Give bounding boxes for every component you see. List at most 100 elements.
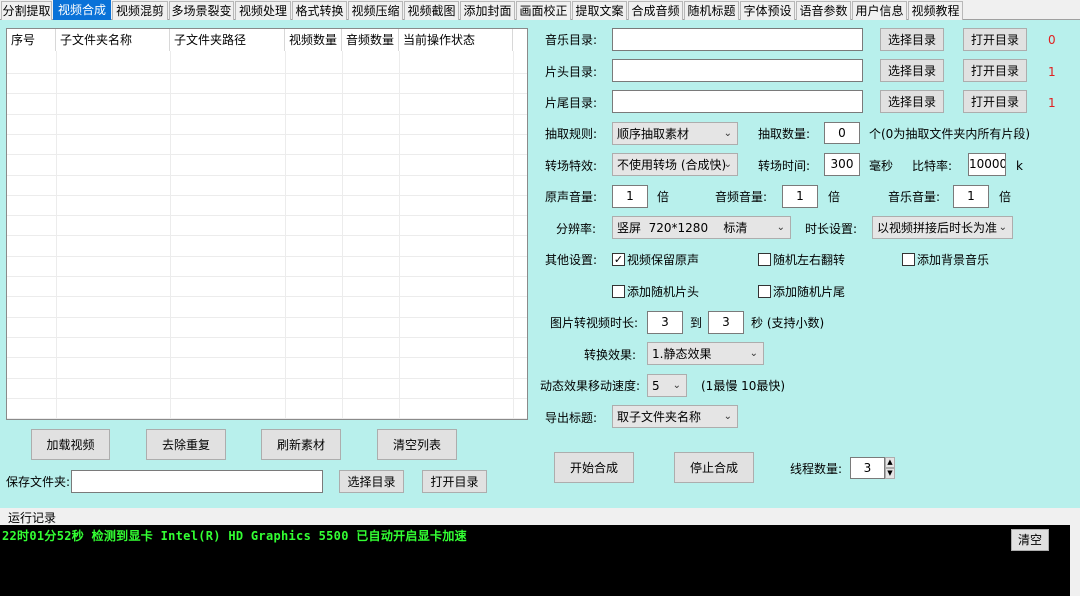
- transition-label: 转场特效:: [545, 159, 598, 173]
- tab-voice-params[interactable]: 语音参数: [796, 1, 851, 20]
- save-folder-input[interactable]: [71, 470, 323, 493]
- orig-volume-input[interactable]: 1: [612, 185, 648, 208]
- image-duration-to-label: 到: [690, 316, 703, 330]
- intro-open-dir-button[interactable]: 打开目录: [963, 59, 1027, 82]
- music-volume-unit: 倍: [999, 190, 1012, 204]
- export-title-label: 导出标题:: [545, 411, 598, 425]
- extract-rule-select[interactable]: 顺序抽取素材 ⌄: [612, 122, 738, 145]
- add-bgm-label: 添加背景音乐: [917, 253, 990, 267]
- tab-multi-scene[interactable]: 多场景裂变: [169, 1, 234, 20]
- tab-video-compress[interactable]: 视频压缩: [348, 1, 403, 20]
- outro-open-dir-button[interactable]: 打开目录: [963, 90, 1027, 113]
- random-outro-checkbox[interactable]: [758, 285, 771, 298]
- col-audio-count[interactable]: 音频数量: [342, 29, 399, 51]
- col-folder-name[interactable]: 子文件夹名称: [56, 29, 170, 51]
- outro-dir-input[interactable]: [612, 90, 863, 113]
- col-video-count[interactable]: 视频数量: [285, 29, 342, 51]
- music-dir-input[interactable]: [612, 28, 863, 51]
- outro-choose-dir-button[interactable]: 选择目录: [880, 90, 944, 113]
- convert-effect-select[interactable]: 1.静态效果 ⌄: [647, 342, 764, 365]
- grid-row-line: [7, 195, 527, 196]
- outro-dir-label: 片尾目录:: [545, 96, 598, 110]
- keep-original-audio-label: 视频保留原声: [627, 253, 700, 267]
- tab-extract-copy[interactable]: 提取文案: [572, 1, 627, 20]
- random-flip-checkbox[interactable]: [758, 253, 771, 266]
- col-index[interactable]: 序号: [7, 29, 56, 51]
- chevron-down-icon: ⌄: [749, 348, 758, 359]
- keep-original-audio-checkbox[interactable]: ✓: [612, 253, 625, 266]
- other-settings-label: 其他设置:: [545, 253, 598, 267]
- save-folder-label: 保存文件夹:: [6, 475, 71, 489]
- image-duration-from-input[interactable]: 3: [647, 311, 683, 334]
- transition-select[interactable]: 不使用转场 (合成快) ⌄: [612, 153, 738, 176]
- music-volume-input[interactable]: 1: [953, 185, 989, 208]
- image-duration-to-input[interactable]: 3: [708, 311, 744, 334]
- add-bgm-checkbox[interactable]: [902, 253, 915, 266]
- resolution-value: 竖屏 720*1280 标清: [617, 221, 748, 235]
- transition-value: 不使用转场 (合成快): [617, 158, 727, 172]
- export-title-select[interactable]: 取子文件夹名称 ⌄: [612, 405, 738, 428]
- threads-input[interactable]: 3: [850, 457, 885, 479]
- resolution-select[interactable]: 竖屏 720*1280 标清 ⌄: [612, 216, 791, 239]
- tab-video-tutorial[interactable]: 视频教程: [908, 1, 963, 20]
- log-title: 运行记录: [8, 511, 57, 525]
- grid-row-line: [7, 378, 527, 379]
- clear-log-button[interactable]: 清空: [1011, 529, 1049, 551]
- audio-volume-input[interactable]: 1: [782, 185, 818, 208]
- bitrate-input[interactable]: 10000: [968, 153, 1006, 176]
- orig-volume-unit: 倍: [657, 190, 670, 204]
- duration-select[interactable]: 以视频拼接后时长为准 ⌄: [872, 216, 1013, 239]
- save-open-dir-button[interactable]: 打开目录: [422, 470, 487, 493]
- intro-choose-dir-button[interactable]: 选择目录: [880, 59, 944, 82]
- threads-up-arrow-icon[interactable]: ▲: [885, 457, 895, 468]
- grid-row-line: [7, 337, 527, 338]
- duration-label: 时长设置:: [805, 222, 858, 236]
- tab-add-cover[interactable]: 添加封面: [460, 1, 515, 20]
- refresh-material-button[interactable]: 刷新素材: [261, 429, 341, 460]
- col-folder-path[interactable]: 子文件夹路径: [170, 29, 285, 51]
- save-choose-dir-button[interactable]: 选择目录: [339, 470, 404, 493]
- start-merge-button[interactable]: 开始合成: [554, 452, 634, 483]
- col-status[interactable]: 当前操作状态: [399, 29, 513, 51]
- tab-picture-correct[interactable]: 画面校正: [516, 1, 571, 20]
- music-volume-label: 音乐音量:: [888, 190, 941, 204]
- dedupe-button[interactable]: 去除重复: [146, 429, 226, 460]
- chevron-down-icon: ⌄: [723, 128, 732, 139]
- tab-video-mix[interactable]: 视频混剪: [112, 1, 168, 20]
- tab-font-preset[interactable]: 字体预设: [740, 1, 795, 20]
- tab-user-info[interactable]: 用户信息: [852, 1, 907, 20]
- tab-video-merge[interactable]: 视频合成: [53, 0, 111, 21]
- tab-random-title[interactable]: 随机标题: [684, 1, 739, 20]
- extract-count-input[interactable]: 0: [824, 122, 860, 144]
- threads-label: 线程数量:: [790, 462, 843, 476]
- bitrate-unit: k: [1016, 159, 1023, 173]
- music-open-dir-button[interactable]: 打开目录: [963, 28, 1027, 51]
- intro-count: 1: [1048, 65, 1056, 79]
- extract-rule-label: 抽取规则:: [545, 127, 598, 141]
- orig-volume-label: 原声音量:: [545, 190, 598, 204]
- chevron-down-icon: ⌄: [672, 380, 681, 391]
- stop-merge-button[interactable]: 停止合成: [674, 452, 754, 483]
- extract-count-hint: 个(0为抽取文件夹内所有片段): [869, 127, 1030, 141]
- image-duration-label: 图片转视频时长:: [550, 316, 639, 330]
- clear-list-button[interactable]: 清空列表: [377, 429, 457, 460]
- threads-down-arrow-icon[interactable]: ▼: [885, 468, 895, 479]
- tab-video-process[interactable]: 视频处理: [235, 1, 291, 20]
- tab-format-convert[interactable]: 格式转换: [292, 1, 347, 20]
- grid-row-line: [7, 114, 527, 115]
- load-video-button[interactable]: 加载视频: [31, 429, 110, 460]
- intro-dir-input[interactable]: [612, 59, 863, 82]
- motion-speed-select[interactable]: 5 ⌄: [647, 374, 687, 397]
- audio-volume-label: 音频音量:: [715, 190, 768, 204]
- grid-row-line: [7, 357, 527, 358]
- tab-merge-audio[interactable]: 合成音频: [628, 1, 683, 20]
- music-choose-dir-button[interactable]: 选择目录: [880, 28, 944, 51]
- tab-video-screenshot[interactable]: 视频截图: [404, 1, 459, 20]
- random-intro-checkbox[interactable]: [612, 285, 625, 298]
- tab-split-extract[interactable]: 分割提取: [1, 1, 52, 20]
- random-intro-label: 添加随机片头: [627, 285, 700, 299]
- folder-table[interactable]: 序号 子文件夹名称 子文件夹路径 视频数量 音频数量 当前操作状态: [6, 28, 528, 420]
- grid-row-line: [7, 134, 527, 135]
- transition-time-input[interactable]: 300: [824, 153, 860, 176]
- transition-time-label: 转场时间:: [758, 159, 811, 173]
